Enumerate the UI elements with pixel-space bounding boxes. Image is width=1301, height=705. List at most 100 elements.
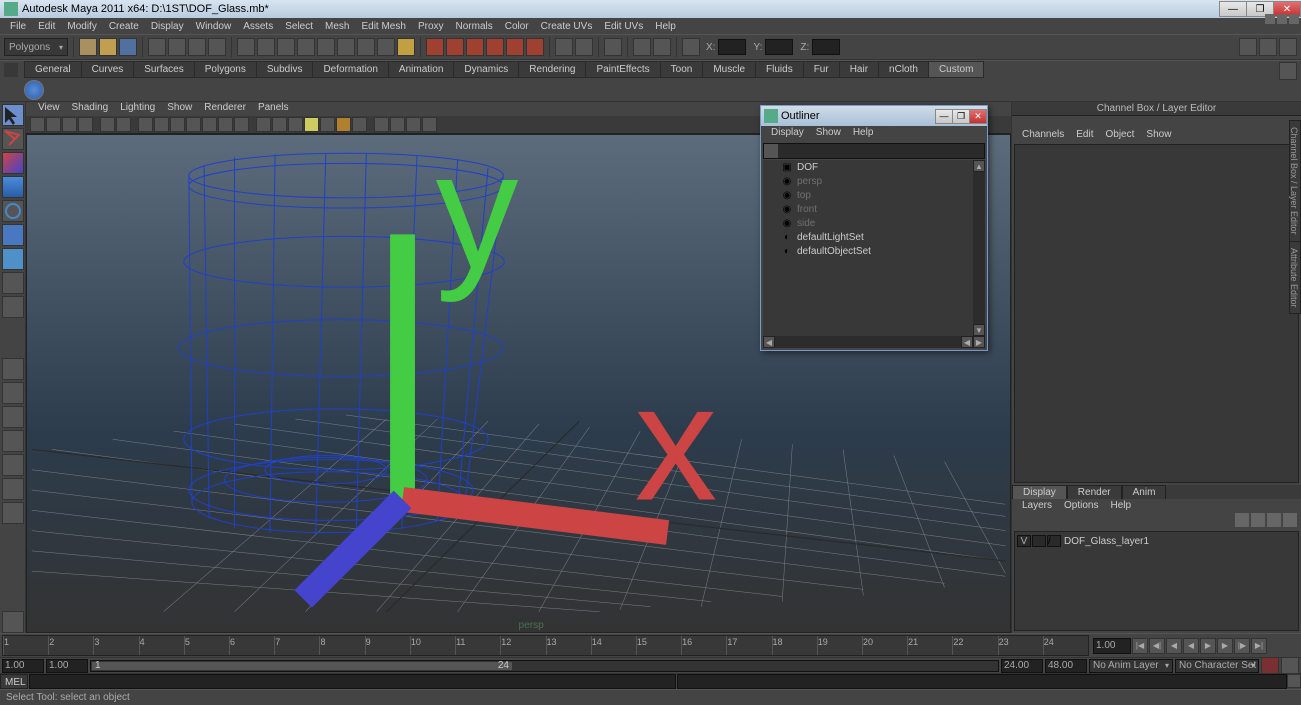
outliner-window[interactable]: Outliner — ❐ ✕ Display Show Help ▣DOF ◉p…: [760, 105, 988, 351]
layout-two-side-button[interactable]: [2, 406, 24, 428]
layout-four-button[interactable]: [2, 382, 24, 404]
step-forward-button[interactable]: ▶: [1217, 638, 1233, 654]
outliner-close-button[interactable]: ✕: [969, 109, 987, 124]
outliner-search-input[interactable]: [763, 143, 985, 159]
step-forward-key-button[interactable]: |▶: [1234, 638, 1250, 654]
vp-menu-renderer[interactable]: Renderer: [198, 102, 252, 116]
step-back-button[interactable]: ◀: [1166, 638, 1182, 654]
rp-tab-edit[interactable]: Edit: [1070, 128, 1099, 142]
tool-settings-toggle-button[interactable]: [1259, 38, 1277, 56]
menu-window[interactable]: Window: [190, 20, 238, 33]
menu-normals[interactable]: Normals: [450, 20, 499, 33]
scroll-right-button-2[interactable]: ▶: [973, 336, 985, 348]
vp-hw-texture-button[interactable]: [352, 117, 367, 132]
vp-menu-show[interactable]: Show: [161, 102, 198, 116]
x-input[interactable]: [718, 39, 746, 55]
menu-display[interactable]: Display: [145, 20, 190, 33]
scroll-right-button[interactable]: ◀: [961, 336, 973, 348]
outliner-menu-help[interactable]: Help: [847, 126, 880, 142]
playback-start-input[interactable]: 1.00: [46, 659, 88, 673]
save-scene-button[interactable]: [119, 38, 137, 56]
menu-file[interactable]: File: [4, 20, 32, 33]
vp-field-chart-button[interactable]: [202, 117, 217, 132]
layer-menu-layers[interactable]: Layers: [1016, 499, 1058, 513]
minimize-button[interactable]: —: [1219, 1, 1247, 17]
menu-modify[interactable]: Modify: [61, 20, 102, 33]
move-tool[interactable]: [2, 176, 24, 198]
ipr-render-button[interactable]: [633, 38, 651, 56]
rp-icon-2[interactable]: [1277, 14, 1287, 24]
vp-wireframe-button[interactable]: [256, 117, 271, 132]
construction-history-button[interactable]: [555, 38, 573, 56]
shelf-tab-toon[interactable]: Toon: [660, 61, 704, 78]
vp-resolution-gate-button[interactable]: [170, 117, 185, 132]
script-editor-button[interactable]: [1287, 674, 1301, 688]
shelf-tab-polygons[interactable]: Polygons: [194, 61, 257, 78]
shelf-tab-ncloth[interactable]: nCloth: [878, 61, 929, 78]
vp-isolate-button[interactable]: [374, 117, 389, 132]
layer-row[interactable]: V / DOF_Glass_layer1: [1017, 534, 1296, 548]
vp-camera-attr-button[interactable]: [46, 117, 61, 132]
layer-tab-display[interactable]: Display: [1012, 485, 1067, 499]
vp-menu-panels[interactable]: Panels: [252, 102, 295, 116]
vp-smooth-shade-button[interactable]: [272, 117, 287, 132]
layer-tab-anim[interactable]: Anim: [1122, 485, 1167, 499]
paint-select-tool[interactable]: [2, 152, 24, 174]
shelf-tab-dynamics[interactable]: Dynamics: [453, 61, 519, 78]
vp-safe-title-button[interactable]: [234, 117, 249, 132]
timeline[interactable]: 123456789101112131415161718192021222324: [2, 635, 1089, 656]
channel-box-toggle-button[interactable]: [1279, 38, 1297, 56]
step-back-key-button[interactable]: ◀|: [1149, 638, 1165, 654]
snap-curve-button[interactable]: [446, 38, 464, 56]
universal-manip-tool[interactable]: [2, 248, 24, 270]
menu-assets[interactable]: Assets: [237, 20, 279, 33]
go-to-start-button[interactable]: |◀: [1132, 638, 1148, 654]
lock-selection-button[interactable]: [397, 38, 415, 56]
scroll-left-button[interactable]: ◀: [763, 336, 775, 348]
rp-icon-1[interactable]: [1265, 14, 1275, 24]
mask-pivot-button[interactable]: [337, 38, 355, 56]
shelf-item-sphere[interactable]: [24, 80, 44, 100]
layer-playback-toggle[interactable]: [1032, 535, 1046, 547]
scroll-down-button[interactable]: ▼: [973, 324, 985, 336]
play-backward-button[interactable]: ◀: [1183, 638, 1199, 654]
layer-btn-4[interactable]: [1283, 513, 1297, 527]
menu-help[interactable]: Help: [649, 20, 682, 33]
vp-image-plane-button[interactable]: [78, 117, 93, 132]
snap-live-button[interactable]: [506, 38, 524, 56]
render-settings-button[interactable]: [653, 38, 671, 56]
layer-type-toggle[interactable]: /: [1047, 535, 1061, 547]
menu-edit-uvs[interactable]: Edit UVs: [598, 20, 649, 33]
vp-camera-select-button[interactable]: [30, 117, 45, 132]
character-set-dropdown[interactable]: No Character Set: [1175, 659, 1259, 673]
outliner-titlebar[interactable]: Outliner — ❐ ✕: [761, 106, 987, 126]
vp-2d-pan-button[interactable]: [100, 117, 115, 132]
shelf-tab-hair[interactable]: Hair: [839, 61, 879, 78]
attribute-editor-toggle-button[interactable]: [1239, 38, 1257, 56]
go-to-end-button[interactable]: ▶|: [1251, 638, 1267, 654]
shelf-tab-custom[interactable]: Custom: [928, 61, 984, 78]
snap-point-button[interactable]: [466, 38, 484, 56]
new-scene-button[interactable]: [79, 38, 97, 56]
vp-menu-lighting[interactable]: Lighting: [114, 102, 161, 116]
mask-vertex-button[interactable]: [237, 38, 255, 56]
range-handle[interactable]: 1 24: [92, 662, 512, 670]
inputs-button[interactable]: [575, 38, 593, 56]
select-mask-button[interactable]: [208, 38, 226, 56]
layout-three-button[interactable]: [2, 454, 24, 476]
mask-uv-button[interactable]: [297, 38, 315, 56]
vp-use-lights-button[interactable]: [304, 117, 319, 132]
layout-persp-button[interactable]: [2, 478, 24, 500]
playback-prefs-button[interactable]: [1281, 657, 1299, 675]
auto-key-button[interactable]: [1261, 657, 1279, 675]
layout-single-button[interactable]: [2, 358, 24, 380]
layer-menu-help[interactable]: Help: [1104, 499, 1137, 513]
vp-bookmark-button[interactable]: [62, 117, 77, 132]
shelf-tab-rendering[interactable]: Rendering: [518, 61, 586, 78]
snap-plane-button[interactable]: [486, 38, 504, 56]
anim-start-input[interactable]: 1.00: [2, 659, 44, 673]
menu-create-uvs[interactable]: Create UVs: [535, 20, 599, 33]
layout-two-stacked-button[interactable]: [2, 430, 24, 452]
layer-btn-1[interactable]: [1235, 513, 1249, 527]
layer-btn-2[interactable]: [1251, 513, 1265, 527]
